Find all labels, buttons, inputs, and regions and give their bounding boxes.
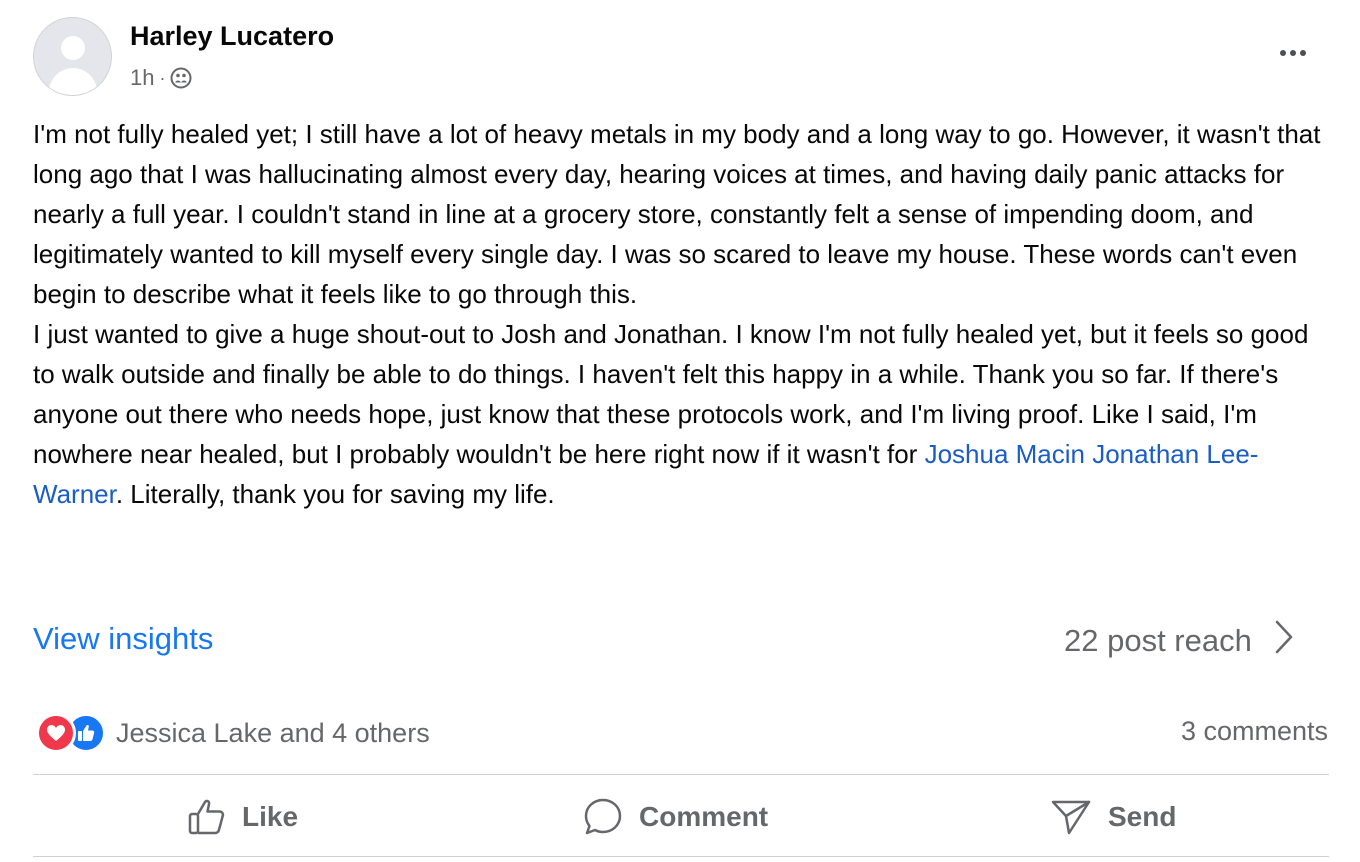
meta-separator: · <box>159 67 166 88</box>
send-button[interactable]: Send <box>1050 792 1176 842</box>
avatar[interactable] <box>33 17 112 96</box>
post-reach-label: 22 post reach <box>1064 623 1252 658</box>
view-insights-link[interactable]: View insights <box>33 621 213 657</box>
avatar-body-shape <box>49 68 97 95</box>
post-paragraph: I'm not fully healed yet; I still have a… <box>33 119 1321 309</box>
send-label: Send <box>1108 801 1177 832</box>
avatar-head-shape <box>61 36 85 60</box>
divider <box>33 774 1329 775</box>
love-reaction-icon <box>36 713 76 753</box>
like-button[interactable]: Like <box>188 792 298 842</box>
post-body: I'm not fully healed yet; I still have a… <box>33 114 1333 514</box>
comment-label: Comment <box>639 801 769 832</box>
post-meta: 1h · <box>130 63 192 93</box>
send-icon <box>1050 797 1092 837</box>
friends-icon[interactable] <box>170 67 192 89</box>
chevron-right-icon <box>1274 619 1294 663</box>
post-text: . Literally, thank you for saving my lif… <box>115 479 555 509</box>
post-paragraph: I just wanted to give a huge shout-out t… <box>33 314 1333 514</box>
post-reach-button[interactable]: 22 post reach <box>1064 618 1294 664</box>
author-name[interactable]: Harley Lucatero <box>130 21 334 52</box>
comment-icon <box>583 797 623 837</box>
thumbs-up-icon <box>188 798 226 836</box>
reaction-names[interactable]: Jessica Lake and 4 others <box>116 718 430 749</box>
post-card: Harley Lucatero 1h · I'm not fully heale… <box>0 0 1360 862</box>
reactions-summary[interactable]: Jessica Lake and 4 others <box>36 713 430 753</box>
divider <box>33 856 1329 857</box>
like-label: Like <box>242 801 299 832</box>
more-horizontal-icon[interactable] <box>1270 38 1316 68</box>
post-timestamp[interactable]: 1h <box>130 65 154 91</box>
comment-button[interactable]: Comment <box>583 792 768 842</box>
comments-count[interactable]: 3 comments <box>1181 716 1328 747</box>
